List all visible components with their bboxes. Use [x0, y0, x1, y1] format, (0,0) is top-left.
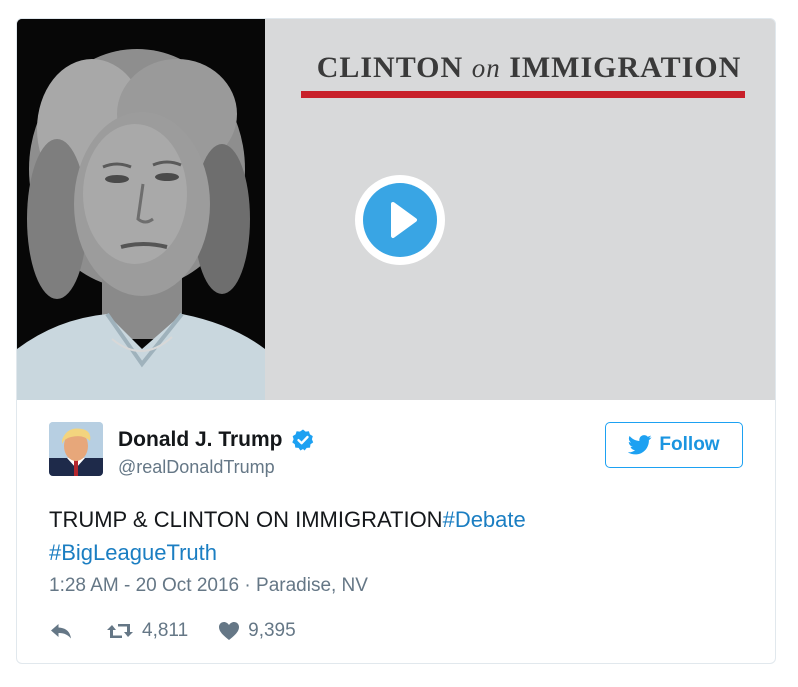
retweet-count: 4,811	[142, 620, 189, 641]
video-media[interactable]: CLINTON on IMMIGRATION	[17, 19, 775, 400]
tweet-location[interactable]: Paradise, NV	[256, 575, 368, 596]
reply-button[interactable]	[49, 622, 73, 640]
meta-separator: ·	[244, 575, 251, 596]
reply-icon	[51, 624, 71, 639]
like-count: 9,395	[248, 620, 296, 641]
tweet-body: TRUMP & CLINTON ON IMMIGRATION	[49, 507, 443, 532]
follow-button[interactable]: Follow	[605, 422, 743, 468]
author-name-text: Donald J. Trump	[118, 428, 283, 451]
twitter-bird-icon	[628, 435, 652, 455]
author-name[interactable]: Donald J. Trump	[118, 428, 315, 452]
tweet-text: TRUMP & CLINTON ON IMMIGRATION#Debate #Bi…	[49, 503, 749, 569]
retweet-button[interactable]: 4,811	[106, 620, 188, 642]
verified-badge-icon	[291, 429, 313, 451]
play-icon	[363, 183, 437, 257]
video-title: CLINTON on IMMIGRATION	[299, 51, 759, 85]
hashtag-bigleaguetruth[interactable]: #BigLeagueTruth	[49, 540, 217, 565]
title-underline	[301, 91, 745, 98]
tweet-timestamp[interactable]: 1:28 AM - 20 Oct 2016	[49, 575, 239, 596]
embedded-tweet-card: CLINTON on IMMIGRATION Donald J. Trump @…	[16, 18, 776, 664]
follow-label: Follow	[659, 434, 720, 455]
like-button[interactable]: 9,395	[218, 620, 296, 642]
video-title-panel: CLINTON on IMMIGRATION	[265, 19, 775, 400]
tweet-actions: 4,811 9,395	[49, 618, 296, 644]
author-avatar[interactable]	[49, 422, 103, 476]
retweet-icon	[107, 624, 133, 638]
video-title-on: on	[471, 53, 501, 83]
heart-icon	[219, 622, 240, 640]
tweet-meta: 1:28 AM - 20 Oct 2016 · Paradise, NV	[49, 575, 368, 597]
play-button[interactable]	[355, 175, 445, 265]
video-title-part2: IMMIGRATION	[509, 51, 742, 84]
hashtag-debate[interactable]: #Debate	[443, 507, 526, 532]
portrait-photo	[17, 19, 265, 400]
author-handle[interactable]: @realDonaldTrump	[118, 457, 275, 478]
video-title-part1: CLINTON	[316, 51, 464, 84]
